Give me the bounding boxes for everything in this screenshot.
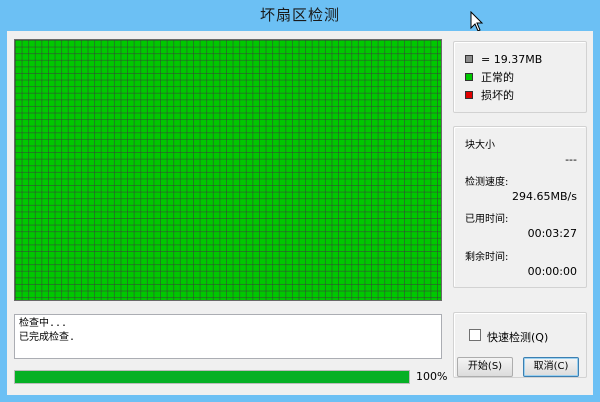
legend-swatch-green	[465, 73, 473, 81]
sector-grid	[15, 40, 441, 300]
remaining-label: 剩余时间:	[465, 252, 509, 263]
elapsed-value: 00:03:27	[527, 227, 577, 240]
window-title: 坏扇区检测	[259, 6, 340, 24]
dialog-body: = 19.37MB 正常的 损坏的 块大小 --- 检测速度: 294.65MB…	[7, 31, 593, 395]
progress-bar	[14, 370, 410, 384]
progress-fill	[15, 371, 409, 383]
log-line: 检查中...	[19, 318, 68, 329]
log-textbox[interactable]: 检查中... 已完成检查.	[14, 314, 442, 359]
legend-item-damaged: 损坏的	[465, 88, 514, 102]
legend-swatch-red	[465, 91, 473, 99]
legend-swatch-gray	[465, 55, 473, 63]
mouse-cursor-icon	[470, 11, 484, 32]
remaining-value: 00:00:00	[527, 265, 577, 278]
stats-panel: 块大小 --- 检测速度: 294.65MB/s 已用时间: 00:03:27 …	[453, 126, 587, 288]
speed-value: 294.65MB/s	[512, 190, 577, 203]
legend-label: 损坏的	[481, 89, 514, 102]
legend-panel: = 19.37MB 正常的 损坏的	[453, 41, 587, 113]
block-size-value: ---	[565, 153, 577, 166]
title-bar[interactable]: 坏扇区检测	[0, 0, 600, 30]
quick-check-label[interactable]: 快速检测(Q)	[487, 329, 548, 345]
quick-check-checkbox[interactable]	[469, 329, 481, 341]
speed-label: 检测速度:	[465, 177, 509, 188]
log-line: 已完成检查.	[19, 332, 76, 343]
block-size-label: 块大小	[465, 140, 495, 151]
legend-item-block-size: = 19.37MB	[465, 52, 542, 66]
legend-label: 正常的	[481, 71, 514, 84]
elapsed-label: 已用时间:	[465, 214, 509, 225]
start-button[interactable]: 开始(S)	[457, 357, 513, 377]
legend-item-normal: 正常的	[465, 70, 514, 84]
progress-percent: 100%	[416, 370, 448, 383]
legend-label: = 19.37MB	[481, 52, 543, 66]
cancel-button[interactable]: 取消(C)	[523, 357, 579, 377]
sector-map	[14, 39, 442, 301]
